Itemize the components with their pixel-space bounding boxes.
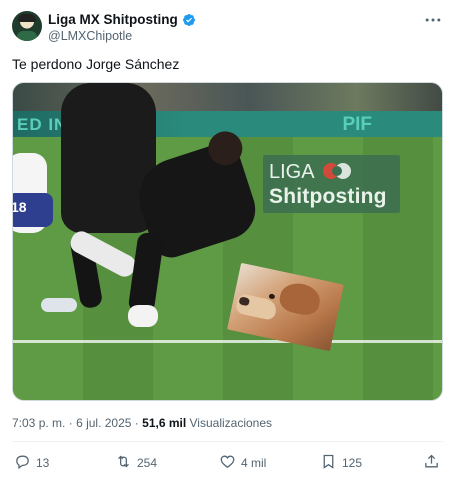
falling-player-shoe bbox=[128, 305, 158, 327]
player-shoe bbox=[41, 298, 77, 312]
views-label: Visualizaciones bbox=[189, 416, 273, 430]
avatar-body bbox=[17, 31, 37, 41]
like-button[interactable]: 4 mil bbox=[219, 453, 266, 473]
logo-emblem-icon bbox=[323, 163, 351, 179]
reply-count: 13 bbox=[36, 456, 50, 470]
logo-line-shitposting: Shitposting bbox=[269, 185, 387, 208]
retweet-button[interactable]: 254 bbox=[115, 453, 157, 473]
tweet-text: Te perdono Jorge Sánchez bbox=[12, 56, 180, 72]
tweet-meta: 7:03 p. m. · 6 jul. 2025 · 51,6 mil Visu… bbox=[12, 416, 272, 430]
tweet-time[interactable]: 7:03 p. m. bbox=[12, 416, 65, 430]
like-count: 4 mil bbox=[241, 456, 267, 470]
author-avatar[interactable] bbox=[12, 11, 42, 41]
logo-line-liga: LIGA bbox=[269, 161, 315, 183]
verified-badge-icon bbox=[182, 13, 196, 27]
player-number: 18 bbox=[12, 199, 27, 215]
meta-separator: · bbox=[68, 416, 73, 430]
heart-icon bbox=[219, 453, 236, 473]
meta-separator-2: · bbox=[134, 416, 139, 430]
author-display-name[interactable]: Liga MX Shitposting bbox=[48, 12, 178, 27]
more-options-icon[interactable] bbox=[423, 10, 443, 30]
opponent-player: 18 bbox=[12, 153, 53, 233]
reply-button[interactable]: 13 bbox=[14, 453, 49, 473]
views-count: 51,6 mil bbox=[142, 416, 187, 430]
avatar-hat bbox=[18, 14, 36, 22]
author-handle[interactable]: @LMXChipotle bbox=[48, 29, 132, 43]
tweet-card: Liga MX Shitposting @LMXChipotle Te perd… bbox=[0, 0, 455, 480]
tweet-media-image[interactable]: ED IN ER PIF 18 LIGA Shitposting bbox=[12, 82, 443, 401]
dog-eye bbox=[268, 293, 276, 300]
bookmark-count: 125 bbox=[342, 456, 363, 470]
liga-shitposting-logo: LIGA Shitposting bbox=[263, 155, 400, 213]
board-text-right: PIF bbox=[342, 114, 372, 135]
share-button[interactable] bbox=[423, 453, 440, 473]
author-name-row: Liga MX Shitposting bbox=[48, 12, 196, 27]
dog-ear bbox=[277, 280, 323, 318]
share-icon bbox=[423, 453, 440, 473]
pitch-line bbox=[13, 340, 442, 343]
tweet-actions-bar: 13 254 4 mil 125 bbox=[12, 453, 443, 473]
reply-icon bbox=[14, 453, 31, 473]
divider bbox=[12, 441, 443, 442]
tweet-date[interactable]: 6 jul. 2025 bbox=[76, 416, 131, 430]
bookmark-button[interactable]: 125 bbox=[320, 453, 362, 473]
retweet-count: 254 bbox=[137, 456, 158, 470]
bookmark-icon bbox=[320, 453, 337, 473]
retweet-icon bbox=[115, 453, 132, 473]
